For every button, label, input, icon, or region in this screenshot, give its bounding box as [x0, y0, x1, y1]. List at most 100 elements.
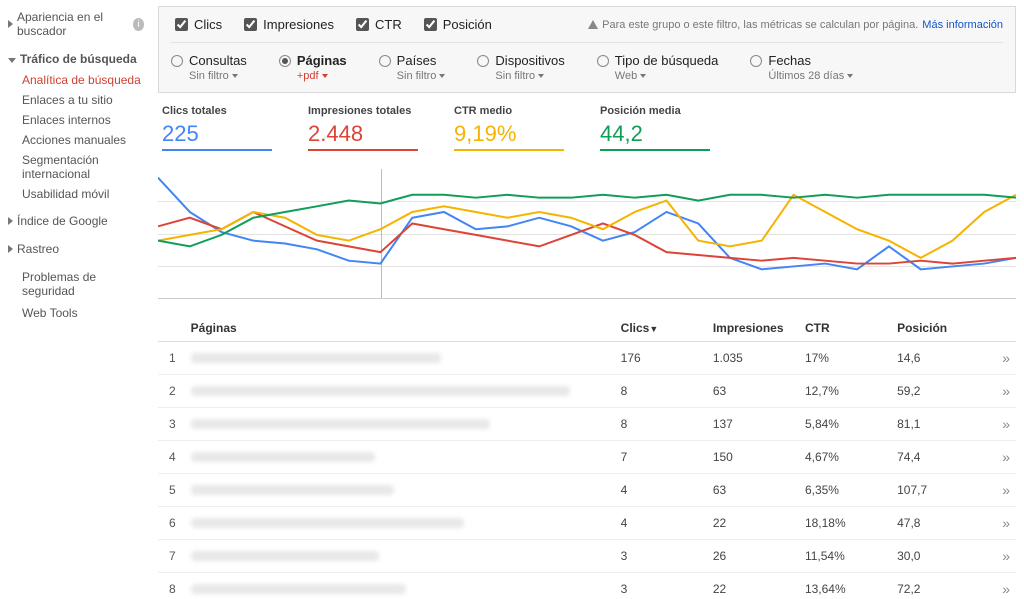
dimension-filter[interactable]: Web [597, 70, 719, 82]
dimension-filter[interactable]: +pdf [279, 70, 347, 82]
total-position: Posición media 44,2 [600, 105, 710, 151]
table-row[interactable]: 11761.03517%14,6» [158, 342, 1016, 375]
dimension-países[interactable]: Países Sin filtro [379, 53, 446, 82]
dimension-filter[interactable]: Últimos 28 días [750, 70, 853, 82]
dimension-dispositivos[interactable]: Dispositivos Sin filtro [477, 53, 564, 82]
dimension-páginas[interactable]: Páginas+pdf [279, 53, 347, 82]
sidebar-traffic-item[interactable]: Usabilidad móvil [22, 184, 150, 204]
row-ctr: 17% [801, 342, 893, 375]
col-actions [985, 315, 1016, 342]
check-impressions-label: Impresiones [263, 17, 334, 32]
check-clicks[interactable]: Clics [171, 15, 222, 34]
col-ctr-header[interactable]: CTR [801, 315, 893, 342]
total-clicks: Clics totales 225 [162, 105, 272, 151]
row-position: 47,8 [893, 507, 985, 540]
sidebar-traffic-item[interactable]: Acciones manuales [22, 130, 150, 150]
row-expand[interactable]: » [985, 540, 1016, 573]
chevron-down-icon [322, 74, 328, 78]
dimension-filter[interactable]: Sin filtro [477, 70, 564, 82]
table-row[interactable]: 8 32213,64%72,2» [158, 573, 1016, 599]
row-impressions: 137 [709, 408, 801, 441]
row-expand[interactable]: » [985, 441, 1016, 474]
chevron-down-icon [847, 74, 853, 78]
sidebar-appearance[interactable]: Apariencia en el buscador i [8, 6, 150, 42]
dimension-fechas[interactable]: FechasÚltimos 28 días [750, 53, 853, 82]
row-expand[interactable]: » [985, 474, 1016, 507]
check-impressions[interactable]: Impresiones [240, 15, 334, 34]
table-row[interactable]: 381375,84%81,1» [158, 408, 1016, 441]
col-pos-header[interactable]: Posición [893, 315, 985, 342]
sidebar-appearance-label: Apariencia en el buscador [17, 10, 133, 38]
table-row[interactable]: 286312,7%59,2» [158, 375, 1016, 408]
row-clicks: 3 [617, 573, 709, 599]
row-clicks: 8 [617, 375, 709, 408]
caret-down-icon [8, 58, 16, 63]
row-index: 1 [158, 342, 187, 375]
table-row[interactable]: 471504,67%74,4» [158, 441, 1016, 474]
row-position: 107,7 [893, 474, 985, 507]
table-row[interactable]: 642218,18%47,8» [158, 507, 1016, 540]
col-clicks-header[interactable]: Clics▼ [617, 315, 709, 342]
row-impressions: 1.035 [709, 342, 801, 375]
row-position: 72,2 [893, 573, 985, 599]
row-ctr: 4,67% [801, 441, 893, 474]
trend-chart[interactable] [158, 169, 1016, 299]
row-ctr: 13,64% [801, 573, 893, 599]
row-ctr: 12,7% [801, 375, 893, 408]
row-expand[interactable]: » [985, 408, 1016, 441]
info-icon[interactable]: i [133, 18, 144, 31]
row-clicks: 3 [617, 540, 709, 573]
sidebar: Apariencia en el buscador i Tráfico de b… [0, 0, 150, 599]
sidebar-tools[interactable]: Web Tools [8, 302, 150, 324]
row-clicks: 8 [617, 408, 709, 441]
row-expand[interactable]: » [985, 507, 1016, 540]
calc-note-text: Para este grupo o este filtro, las métri… [602, 19, 918, 31]
check-position[interactable]: Posición [420, 15, 492, 34]
dimension-tipo de búsqueda[interactable]: Tipo de búsquedaWeb [597, 53, 719, 82]
row-impressions: 22 [709, 573, 801, 599]
row-expand[interactable]: » [985, 375, 1016, 408]
dimension-filter[interactable]: Sin filtro [171, 70, 247, 82]
row-impressions: 150 [709, 441, 801, 474]
chart-series-Posición [158, 195, 1016, 247]
check-ctr[interactable]: CTR [352, 15, 402, 34]
sidebar-traffic-item[interactable]: Enlaces a tu sitio [22, 90, 150, 110]
table-row[interactable]: 54636,35%107,7» [158, 474, 1016, 507]
row-index: 7 [158, 540, 187, 573]
checkbox-position[interactable] [424, 18, 437, 31]
col-impr-header[interactable]: Impresiones [709, 315, 801, 342]
sidebar-traffic-item[interactable]: Enlaces internos [22, 110, 150, 130]
col-page-header[interactable]: Páginas [187, 315, 617, 342]
dimension-filter[interactable]: Sin filtro [379, 70, 446, 82]
metric-check-row: Clics Impresiones CTR Posición Para este… [171, 15, 1003, 43]
row-index: 3 [158, 408, 187, 441]
sidebar-index[interactable]: Índice de Google [8, 210, 150, 232]
total-position-value: 44,2 [600, 121, 710, 151]
more-info-link[interactable]: Más información [922, 19, 1003, 31]
row-index: 6 [158, 507, 187, 540]
row-position: 14,6 [893, 342, 985, 375]
sidebar-security[interactable]: Problemas de seguridad [8, 266, 150, 302]
total-position-label: Posición media [600, 105, 710, 117]
chevron-down-icon [640, 74, 646, 78]
row-clicks: 4 [617, 507, 709, 540]
col-clicks-text: Clics [621, 321, 650, 335]
total-ctr-label: CTR medio [454, 105, 564, 117]
sidebar-traffic[interactable]: Tráfico de búsqueda [8, 48, 150, 70]
checkbox-impressions[interactable] [244, 18, 257, 31]
table-row[interactable]: 732611,54%30,0» [158, 540, 1016, 573]
sidebar-traffic-item[interactable]: Segmentación internacional [22, 150, 150, 184]
row-index: 8 [158, 573, 187, 599]
checkbox-clicks[interactable] [175, 18, 188, 31]
checkbox-ctr[interactable] [356, 18, 369, 31]
row-expand[interactable]: » [985, 573, 1016, 599]
caret-icon [8, 245, 13, 253]
dimension-label: Países [397, 53, 437, 68]
sidebar-traffic-item[interactable]: Analítica de búsqueda [22, 70, 150, 90]
sidebar-crawl[interactable]: Rastreo [8, 238, 150, 260]
row-expand[interactable]: » [985, 342, 1016, 375]
dimension-label: Dispositivos [495, 53, 564, 68]
dimension-consultas[interactable]: ConsultasSin filtro [171, 53, 247, 82]
main-content: Clics Impresiones CTR Posición Para este… [150, 0, 1024, 599]
sort-desc-icon: ▼ [649, 324, 658, 334]
